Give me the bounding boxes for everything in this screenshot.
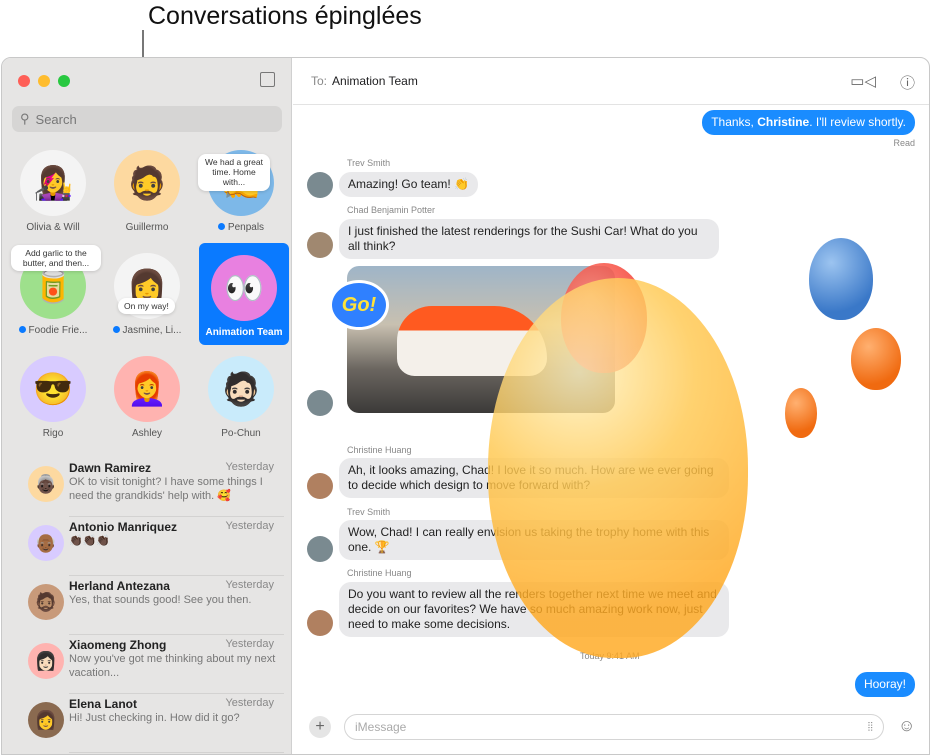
conversation-row[interactable]: 👴🏾 Antonio Manriquez Yesterday 👏🏿👏🏿👏🏿: [2, 517, 292, 576]
avatar: 👵🏿: [28, 466, 64, 502]
read-receipt: Read: [893, 138, 915, 148]
conversation-header: To: Animation Team ▭◁ ⓘ: [293, 58, 929, 105]
unread-dot: [112, 326, 120, 333]
avatar: [307, 390, 333, 416]
balloon-orange-small: [785, 388, 817, 438]
avatar: [307, 172, 333, 198]
search-icon: ⚲: [20, 111, 30, 126]
incoming-message: Amazing! Go team! 👏: [339, 172, 478, 197]
avatar: 👴🏾: [28, 525, 64, 561]
audio-icon[interactable]: ⦙⦙: [868, 720, 873, 735]
avatar: [307, 232, 333, 258]
compose-icon[interactable]: [260, 72, 275, 87]
conversation-row[interactable]: 🧔🏽 Herland Antezana Yesterday Yes, that sou…: [2, 576, 292, 635]
info-icon[interactable]: ⓘ: [900, 72, 915, 93]
pinned-rigo[interactable]: 😎 Rigo: [8, 356, 98, 439]
sender-name: Trev Smith: [347, 507, 391, 517]
window-controls: [18, 75, 70, 87]
sender-name: Trev Smith: [347, 158, 391, 168]
balloon-orange: [851, 328, 901, 390]
unread-dot: [217, 223, 225, 230]
emoji-icon[interactable]: ☺: [898, 716, 915, 736]
balloon-yellow: [488, 278, 748, 658]
sender-name: Christine Huang: [347, 568, 412, 578]
close-button[interactable]: [18, 75, 30, 87]
avatar: [307, 610, 333, 636]
incoming-message: I just finished the latest renderings fo…: [339, 219, 719, 259]
unread-dot: [18, 326, 26, 333]
conversation-row[interactable]: 👩🏻 Xiaomeng Zhong Yesterday Now you've got …: [2, 635, 292, 694]
search-input[interactable]: ⚲ Search: [12, 106, 282, 132]
sender-name: Christine Huang: [347, 445, 412, 455]
avatar: 👩‍🎤: [20, 150, 86, 216]
pinned-guillermo[interactable]: 🧔 Guillermo: [102, 150, 192, 233]
typing-tip: We had a great time. Home with...: [198, 154, 270, 191]
balloon-blue: [809, 238, 873, 320]
avatar: 🧔🏻: [208, 356, 274, 422]
avatar: 👩: [28, 702, 64, 738]
conversation-row[interactable]: 👵🏿 Dawn Ramirez Yesterday OK to visit tonig…: [2, 458, 292, 517]
message-input[interactable]: iMessage ⦙⦙: [344, 714, 884, 740]
messages-window: ⚲Search 👩‍🎤Olivia & Will 🧔Guillermo ✍️Pe…: [1, 57, 930, 755]
sender-name: Chad Benjamin Potter: [347, 205, 436, 215]
go-sticker: Go!: [329, 280, 389, 330]
avatar: 👀: [211, 255, 277, 321]
avatar: [307, 473, 333, 499]
message-tip: Add garlic to the butter, and then...: [11, 245, 101, 272]
conversation-pane: To: Animation Team ▭◁ ⓘ Thanks, Christine…: [293, 58, 929, 754]
avatar: 🧔: [114, 150, 180, 216]
callout-caption: Conversations épinglées: [148, 2, 422, 30]
pinned-jasmine[interactable]: 👩 Jasmine, Li...: [102, 253, 192, 336]
conversation-list: 👵🏿 Dawn Ramirez Yesterday OK to visit tonig…: [2, 458, 292, 753]
recipient[interactable]: Animation Team: [332, 74, 418, 88]
pinned-animation-team[interactable]: 👀 Animation Team: [199, 243, 289, 345]
outgoing-message: Thanks, Christine. I'll review shortly.: [702, 110, 915, 135]
outgoing-message: Hooray!: [854, 672, 915, 697]
video-call-icon[interactable]: ▭◁: [850, 72, 876, 93]
pinned-olivia-will[interactable]: 👩‍🎤 Olivia & Will: [8, 150, 98, 233]
pinned-po-chun[interactable]: 🧔🏻 Po-Chun: [196, 356, 286, 439]
conversation-row[interactable]: 👩 Elena Lanot Yesterday Hi! Just checking i…: [2, 694, 292, 753]
avatar: 🧔🏽: [28, 584, 64, 620]
add-apps-button[interactable]: +: [309, 716, 331, 738]
avatar: [307, 536, 333, 562]
avatar: 👩🏻: [28, 643, 64, 679]
sidebar: ⚲Search 👩‍🎤Olivia & Will 🧔Guillermo ✍️Pe…: [2, 58, 292, 754]
zoom-button[interactable]: [58, 75, 70, 87]
avatar: 👩‍🦰: [114, 356, 180, 422]
message-tip: On my way!: [118, 298, 175, 315]
minimize-button[interactable]: [38, 75, 50, 87]
avatar: 😎: [20, 356, 86, 422]
pinned-ashley[interactable]: 👩‍🦰 Ashley: [102, 356, 192, 439]
